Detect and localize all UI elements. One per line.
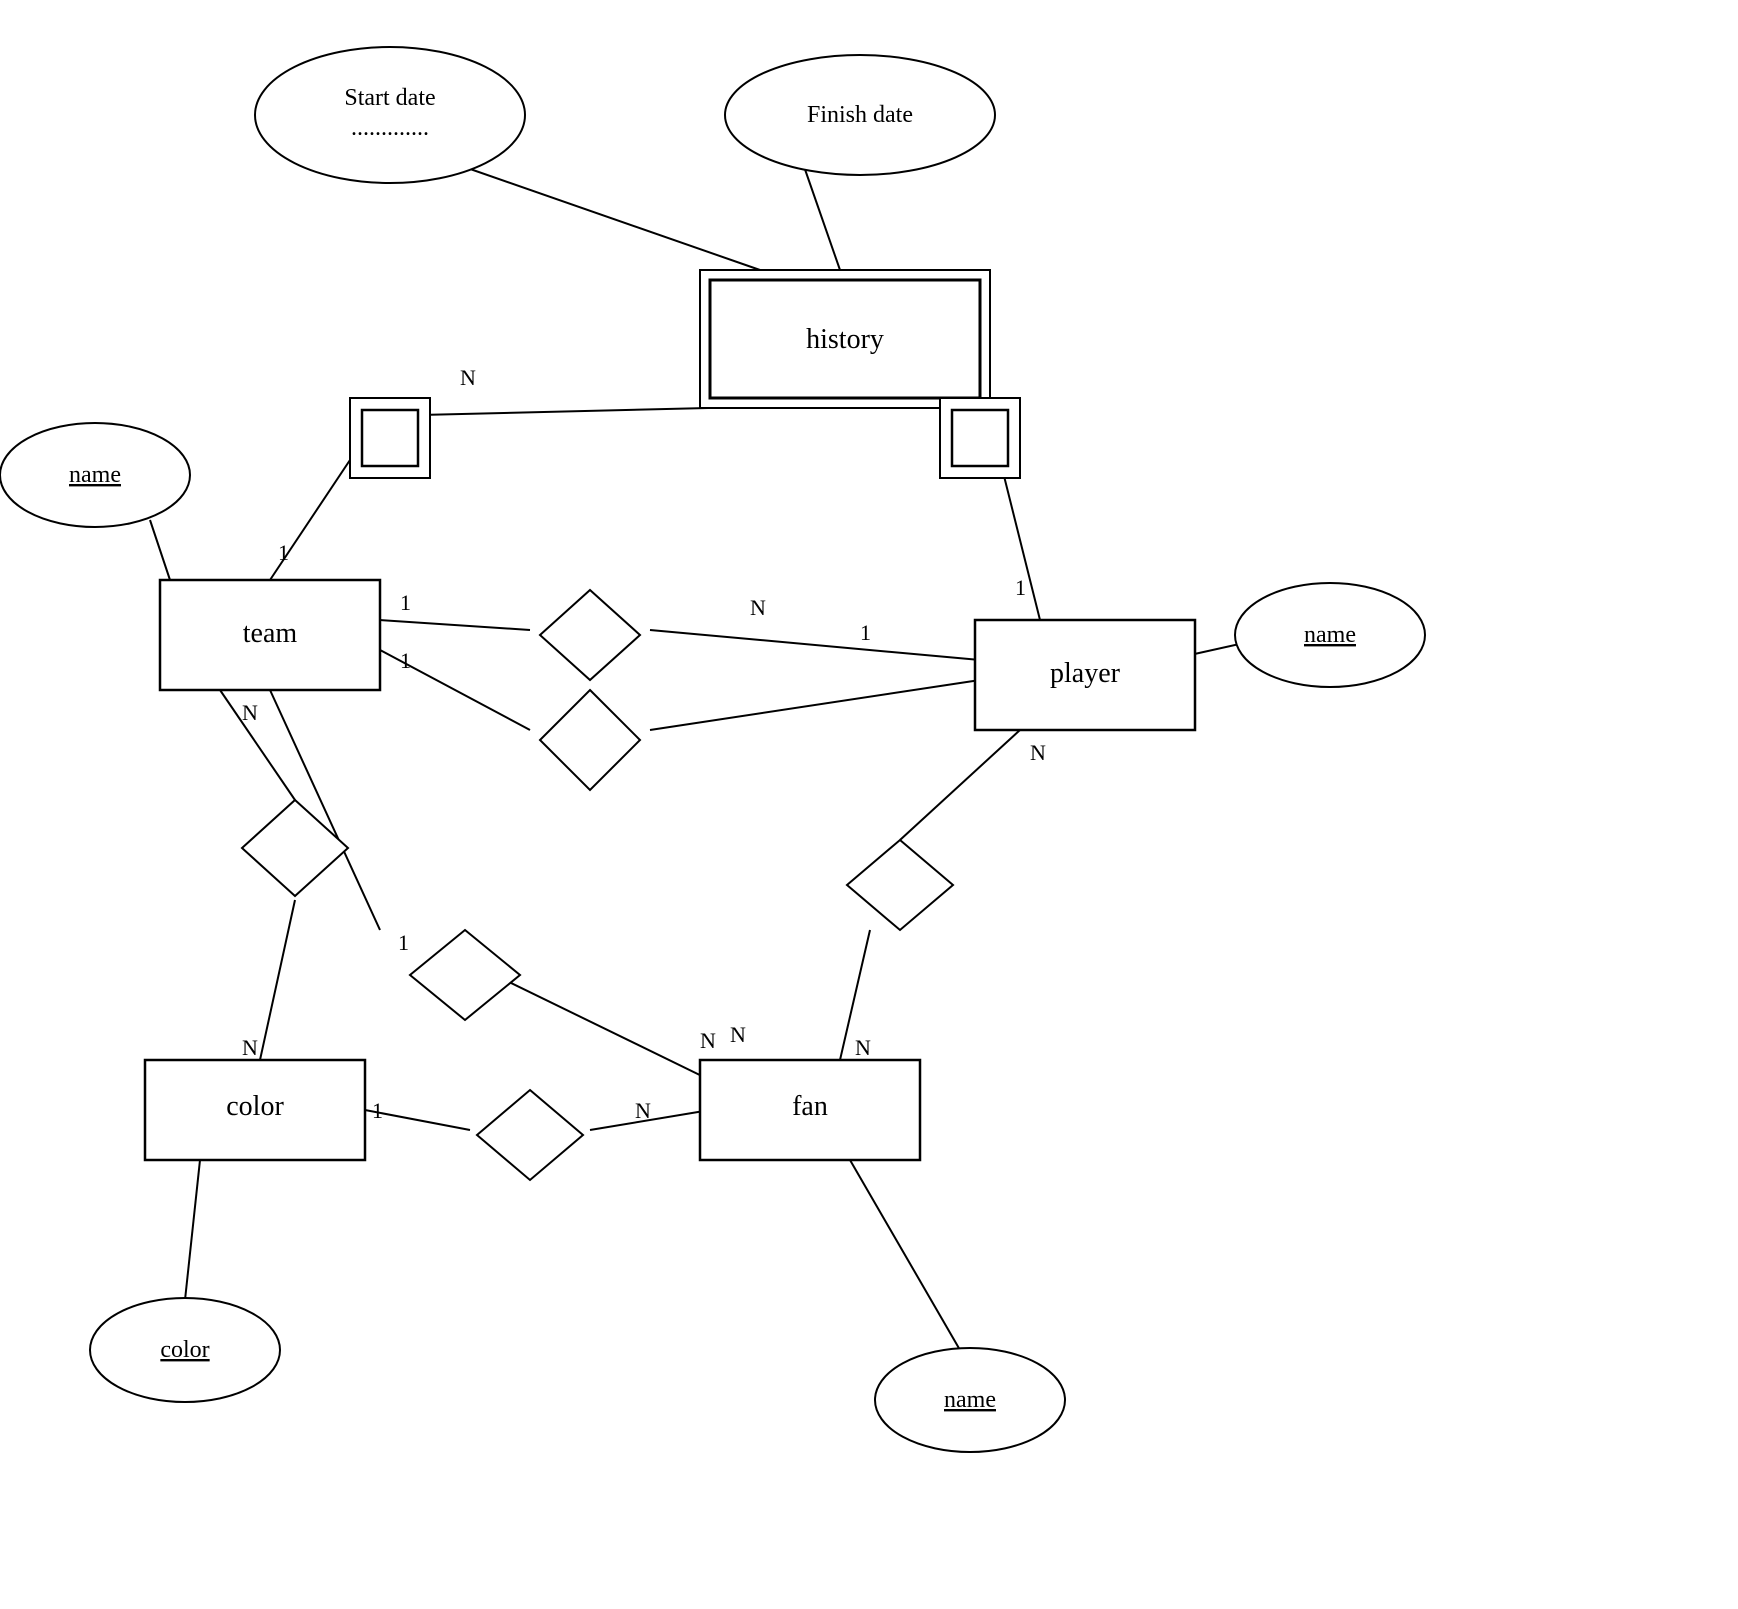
team-color-diamond — [242, 800, 348, 896]
team-label: team — [243, 618, 298, 649]
cardinality-1-team-hist: 1 — [278, 540, 289, 565]
start-date-label: Start date — [344, 85, 435, 111]
hist-team-weak-inner — [362, 410, 418, 466]
card-fan-color-n-top: N — [700, 1028, 716, 1053]
hist-player-weak-inner — [952, 410, 1008, 466]
fan-label: fan — [792, 1091, 828, 1122]
color-attr-label: color — [160, 1337, 209, 1363]
fan-team-diamond — [410, 930, 520, 1020]
card-color-n: N — [242, 1035, 258, 1060]
team-name-label: name — [69, 462, 121, 488]
cardinality-1-player-hist: 1 — [1015, 575, 1026, 600]
card-color-fan-1: 1 — [372, 1098, 383, 1123]
card-fan-color-n: N — [635, 1098, 651, 1123]
fan-name-label: name — [944, 1387, 996, 1413]
history-label: history — [806, 324, 884, 355]
player-fan-diamond — [847, 840, 953, 930]
team-player-rel1-diamond — [540, 590, 640, 680]
card-fan-n-player: N — [855, 1035, 871, 1060]
card-player-fan-n: N — [1030, 740, 1046, 765]
card-team-fan-1: 1 — [398, 930, 409, 955]
card-team-color-n: N — [242, 700, 258, 725]
finish-date-label: Finish date — [807, 102, 913, 128]
card-team-rel2-1: 1 — [400, 648, 411, 673]
player-label: player — [1050, 658, 1121, 689]
card-team-rel1-1: 1 — [400, 590, 411, 615]
start-date-dots: ............. — [351, 115, 429, 141]
team-player-rel2-diamond — [540, 690, 640, 790]
card-fan-team-n: N — [730, 1022, 746, 1047]
color-label: color — [226, 1091, 284, 1122]
cardinality-n-left: N — [460, 365, 476, 390]
player-name-label: name — [1304, 622, 1356, 648]
card-rel1-player-n: N — [750, 595, 766, 620]
card-rel2-player-1: 1 — [860, 620, 871, 645]
color-fan-diamond — [477, 1090, 583, 1180]
